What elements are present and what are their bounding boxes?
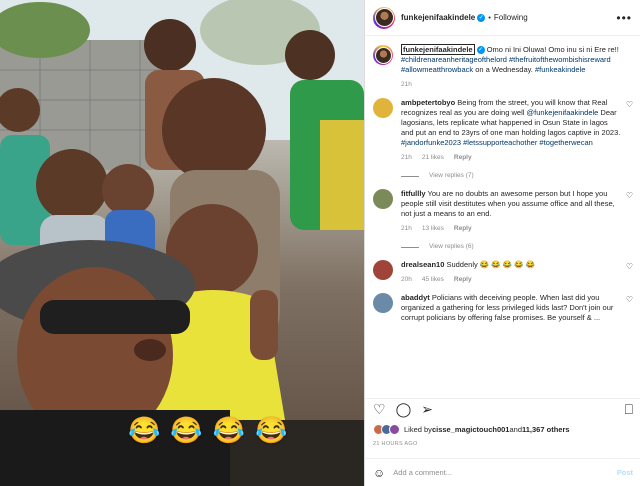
photo-emoji-overlay: 😂 😂 😂 😂	[128, 417, 288, 443]
laughing-emoji: 😂	[255, 415, 288, 445]
reply-button[interactable]: Reply	[454, 276, 472, 283]
caption-avatar[interactable]	[373, 45, 393, 65]
commenter-avatar[interactable]	[373, 98, 393, 118]
commenter-username[interactable]: abaddyt	[401, 293, 430, 302]
liked-by-user[interactable]: cisse_magictouch001	[432, 425, 510, 434]
reply-button[interactable]: Reply	[454, 154, 472, 161]
post-photo[interactable]: 😂 😂 😂 😂	[0, 0, 364, 486]
commenter-username[interactable]: fitfullly	[401, 189, 426, 198]
comment-text: Suddenly 😂 😂 😂 😂 😂	[444, 260, 535, 269]
caption-time[interactable]: 21h	[401, 81, 412, 88]
comment-meta: 20h 45 likes Reply	[401, 275, 621, 285]
commenter-avatar[interactable]	[373, 189, 393, 209]
photo-illustration	[0, 0, 364, 486]
laughing-emoji: 😂	[170, 415, 203, 445]
post-header: funkejenifaakindele ✓ • Following •••	[365, 0, 640, 36]
comment-like-icon[interactable]: ♡	[626, 191, 633, 201]
caption-meta: 21h	[401, 80, 621, 90]
instagram-post-view: 😂 😂 😂 😂 funkejenifaakindele ✓ • Followin…	[0, 0, 640, 486]
caption-text: Omo ni Ini Oluwa! Omo inu si ni Ere re!!	[484, 45, 619, 54]
comment-like-icon[interactable]: ♡	[626, 262, 633, 272]
verified-badge-icon: ✓	[477, 13, 486, 22]
author-avatar[interactable]	[373, 6, 395, 29]
post-actions-bar: ♡ ◯ ➢ ⎕	[365, 398, 640, 420]
author-username[interactable]: funkejenifaakindele	[401, 13, 475, 22]
post-timestamp[interactable]: 21 HOURS AGO	[373, 441, 418, 447]
commenter-avatar[interactable]	[373, 293, 393, 313]
comments-list[interactable]: funkejenifaakindele ✓ Omo ni Ini Oluwa! O…	[365, 37, 640, 394]
comment-mention[interactable]: @funkejenifaakindele	[527, 108, 599, 117]
post-side-panel: funkejenifaakindele ✓ • Following ••• fu…	[364, 0, 640, 486]
header-separator: •	[488, 13, 491, 22]
comment-likes[interactable]: 13 likes	[422, 225, 444, 232]
comment-text: You are no doubts an awesome person but …	[401, 189, 615, 218]
comment-meta: 21h 21 likes Reply	[401, 153, 621, 163]
bookmark-icon[interactable]: ⎕	[625, 401, 633, 418]
reply-button[interactable]: Reply	[454, 225, 472, 232]
like-heart-icon[interactable]: ♡	[373, 401, 386, 418]
view-replies-button[interactable]: View replies (6)	[401, 242, 621, 252]
verified-badge-icon: ✓	[476, 46, 485, 55]
comment-item: drealsean10 Suddenly 😂 😂 😂 😂 😂 20h 45 lik…	[373, 260, 633, 285]
caption-tail: on a Wednesday.	[473, 65, 535, 74]
view-replies-button[interactable]: View replies (7)	[401, 171, 621, 181]
comment-hashtags[interactable]: #jandorfunke2023 #letssupporteachother #…	[401, 138, 593, 147]
comment-likes[interactable]: 45 likes	[422, 276, 444, 283]
add-comment-bar: ☺ Add a comment... Post	[365, 458, 640, 486]
comment-item: ambpetertobyo Being from the street, you…	[373, 98, 633, 181]
commenter-username[interactable]: drealsean10	[401, 260, 444, 269]
liker-avatar[interactable]	[389, 424, 400, 435]
commenter-avatar[interactable]	[373, 260, 393, 280]
comment-like-icon[interactable]: ♡	[626, 295, 633, 305]
comment-item: fitfullly You are no doubts an awesome p…	[373, 189, 633, 252]
following-button[interactable]: Following	[494, 13, 528, 22]
comment-item: abaddyt Policians with deceiving people.…	[373, 293, 633, 323]
comment-time: 21h	[401, 225, 412, 232]
commenter-username[interactable]: ambpetertobyo	[401, 98, 455, 107]
caption-username[interactable]: funkejenifaakindele	[401, 44, 475, 55]
comment-like-icon[interactable]: ♡	[626, 100, 633, 110]
post-comment-button[interactable]: Post	[617, 468, 633, 477]
comment-bubble-icon[interactable]: ◯	[396, 401, 412, 418]
caption-hashtag-funkeakindele[interactable]: #funkeakindele	[535, 65, 585, 74]
comment-time: 20h	[401, 276, 412, 283]
liked-by-prefix: Liked by	[404, 425, 432, 434]
share-paper-plane-icon[interactable]: ➢	[421, 401, 433, 418]
comment-time: 21h	[401, 154, 412, 161]
caption: funkejenifaakindele ✓ Omo ni Ini Oluwa! O…	[373, 44, 633, 90]
comment-meta: 21h 13 likes Reply	[401, 224, 621, 234]
liked-by-line: Liked by cisse_magictouch001 and 11,367 …	[373, 424, 570, 435]
liked-by-and: and	[509, 425, 522, 434]
laughing-emoji: 😂	[128, 415, 161, 445]
add-comment-input[interactable]: Add a comment...	[393, 468, 452, 477]
comment-likes[interactable]: 21 likes	[422, 154, 444, 161]
liked-by-count[interactable]: 11,367 others	[522, 425, 570, 434]
laughing-emoji: 😂	[212, 415, 246, 445]
emoji-smiley-icon[interactable]: ☺	[373, 466, 385, 480]
comment-text: Policians with deceiving people. When la…	[401, 293, 614, 322]
more-options-icon[interactable]: •••	[616, 11, 632, 25]
